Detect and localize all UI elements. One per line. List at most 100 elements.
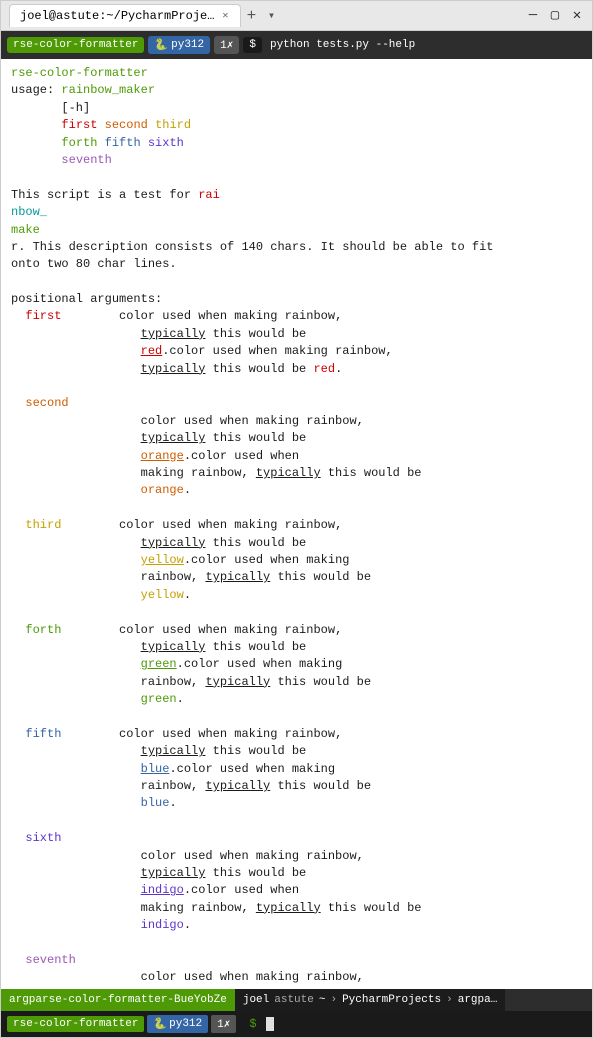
arg-second: second xyxy=(105,118,148,132)
statusbar-tilde: ~ xyxy=(319,994,326,1006)
terminal-line: yellow.color used when making xyxy=(11,552,582,569)
arg-seventh: seventh xyxy=(61,153,111,167)
statusbar-user-segment: joel astute ~ › PycharmProjects › argpa… xyxy=(235,989,505,1011)
statusbar-sep1: astute xyxy=(274,994,314,1006)
pos-seventh: seventh xyxy=(25,953,75,967)
statusbar-path-label: argparse-color-formatter-BueYobZe xyxy=(9,994,227,1006)
terminal-line: green. xyxy=(11,691,582,708)
terminal-line: orange. xyxy=(11,482,582,499)
blue-u-1: blue xyxy=(141,762,170,776)
terminal-line: rse-color-formatter xyxy=(11,65,582,82)
terminal-line: color used when making rainbow, xyxy=(11,848,582,865)
terminal-line: rainbow, typically this would be xyxy=(11,569,582,586)
toolbar-dollar-segment: $ xyxy=(243,37,262,53)
prompt-cursor xyxy=(266,1017,274,1031)
window-controls: ─ ▢ ✕ xyxy=(526,9,584,23)
statusbar-current: argpa… xyxy=(458,994,498,1006)
terminal-line: make xyxy=(11,222,582,239)
tab-dropdown-button[interactable]: ▾ xyxy=(261,6,281,26)
green-2: green xyxy=(141,692,177,706)
python-icon: 🐍 xyxy=(154,38,168,52)
toolbar-path-segment: rse-color-formatter xyxy=(7,37,144,53)
terminal-line: r. This description consists of 140 char… xyxy=(11,239,582,256)
tab-close-button[interactable]: ✕ xyxy=(220,11,230,21)
arg-third: third xyxy=(155,118,191,132)
typically-3: typically xyxy=(141,431,206,445)
toolbar: rse-color-formatter 🐍 py312 1✗ $ python … xyxy=(1,31,592,59)
terminal-line: red.color used when making rainbow, xyxy=(11,343,582,360)
terminal-line: seventh xyxy=(11,952,582,969)
terminal-line: forth fifth sixth xyxy=(11,135,582,152)
prompt-path-segment: rse-color-formatter xyxy=(7,1016,144,1032)
terminal-line: typically this would be xyxy=(11,326,582,343)
tab[interactable]: joel@astute:~/PycharmProje… ✕ xyxy=(9,4,241,27)
prompt-dollar-segment: $ xyxy=(239,1015,262,1033)
orange-2: orange xyxy=(141,483,184,497)
new-tab-button[interactable]: + xyxy=(241,6,261,26)
terminal-line: color used when making rainbow, xyxy=(11,969,582,986)
usage-prog: rainbow_maker xyxy=(61,83,155,97)
yellow-u-1: yellow xyxy=(141,553,184,567)
red-2: red xyxy=(313,362,335,376)
terminal-line: typically this would be xyxy=(11,535,582,552)
terminal-line xyxy=(11,274,582,291)
terminal-line: typically this would be xyxy=(11,430,582,447)
terminal-line xyxy=(11,500,582,517)
prompt-py-icon: 🐍 xyxy=(153,1017,167,1031)
terminal-line: making rainbow, typically this would be xyxy=(11,900,582,917)
terminal-line: green.color used when making xyxy=(11,656,582,673)
terminal-line: blue. xyxy=(11,795,582,812)
terminal-line: orange.color used when xyxy=(11,448,582,465)
arg-fifth: fifth xyxy=(105,136,141,150)
close-button[interactable]: ✕ xyxy=(570,9,584,23)
terminal-line: fifth color used when making rainbow, xyxy=(11,726,582,743)
indigo-u-1: indigo xyxy=(141,883,184,897)
terminal-line: positional arguments: xyxy=(11,291,582,308)
typically-7: typically xyxy=(141,640,206,654)
pos-forth: forth xyxy=(25,623,61,637)
window: joel@astute:~/PycharmProje… ✕ + ▾ ─ ▢ ✕ … xyxy=(0,0,593,1038)
python-version-label: py312 xyxy=(171,39,204,51)
cmd-name: rse-color-formatter xyxy=(11,66,148,80)
terminal-line: [-h] xyxy=(11,100,582,117)
terminal-line xyxy=(11,378,582,395)
terminal-line: seventh xyxy=(11,152,582,169)
minimize-button[interactable]: ─ xyxy=(526,9,540,23)
maximize-button[interactable]: ▢ xyxy=(548,9,562,23)
inline-color-3: make xyxy=(11,223,40,237)
pos-first: first xyxy=(25,309,61,323)
promptbar: rse-color-formatter 🐍 py312 1✗ $ xyxy=(1,1011,592,1037)
prompt-python-segment: 🐍 py312 xyxy=(147,1015,208,1033)
terminal-line: making rainbow, typically this would be xyxy=(11,465,582,482)
toolbar-command: python tests.py --help xyxy=(270,39,415,51)
arg-forth: forth xyxy=(61,136,97,150)
typically-5: typically xyxy=(141,536,206,550)
typically-10: typically xyxy=(205,779,270,793)
terminal-line: forth color used when making rainbow, xyxy=(11,622,582,639)
titlebar: joel@astute:~/PycharmProje… ✕ + ▾ ─ ▢ ✕ xyxy=(1,1,592,31)
terminal-line: yellow. xyxy=(11,587,582,604)
pos-third: third xyxy=(25,518,61,532)
terminal-line: color used when making rainbow, xyxy=(11,413,582,430)
terminal-line: sixth xyxy=(11,830,582,847)
toolbar-status-label: 1✗ xyxy=(220,38,233,52)
typically-12: typically xyxy=(256,901,321,915)
terminal-line: usage: rainbow_maker xyxy=(11,82,582,99)
terminal-line: first second third xyxy=(11,117,582,134)
orange-u-1: orange xyxy=(141,449,184,463)
inline-color-1: rai xyxy=(198,188,220,202)
terminal-content[interactable]: rse-color-formatter usage: rainbow_maker… xyxy=(1,59,592,989)
terminal-line xyxy=(11,813,582,830)
terminal-line: rainbow, typically this would be xyxy=(11,674,582,691)
terminal-line: indigo.color used when xyxy=(11,882,582,899)
indigo-2: indigo xyxy=(141,918,184,932)
typically-1: typically xyxy=(141,327,206,341)
statusbar-arrow2: › xyxy=(446,994,453,1006)
yellow-2: yellow xyxy=(141,588,184,602)
terminal-line xyxy=(11,169,582,186)
typically-11: typically xyxy=(141,866,206,880)
arg-sixth: sixth xyxy=(148,136,184,150)
inline-color-2: nbow_ xyxy=(11,205,47,219)
terminal-line: typically this would be red. xyxy=(11,361,582,378)
terminal-line xyxy=(11,708,582,725)
